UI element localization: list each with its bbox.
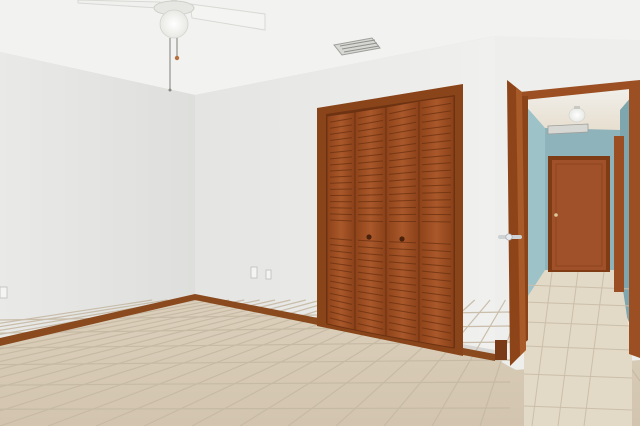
hallway-door-knob[interactable] bbox=[554, 213, 558, 217]
doorway-frame-right bbox=[629, 84, 640, 358]
hallway-door[interactable] bbox=[552, 160, 606, 270]
hallway-light-mount bbox=[574, 106, 580, 109]
wall-outlet-left bbox=[0, 286, 8, 299]
room-svg bbox=[0, 0, 640, 426]
left-wall bbox=[0, 52, 195, 340]
door-stop bbox=[495, 340, 507, 360]
hallway-side-door-frame bbox=[614, 136, 624, 292]
wall-outlet-center-2 bbox=[265, 269, 272, 280]
closet-knob-left[interactable] bbox=[366, 234, 372, 240]
closet-louver-slat bbox=[357, 220, 384, 222]
wall-outlet-center-1 bbox=[250, 266, 258, 279]
fan-light-bulb bbox=[159, 9, 189, 39]
door-lever-base bbox=[505, 233, 513, 241]
closet-bifold-doors[interactable] bbox=[326, 95, 455, 349]
hallway-vent bbox=[547, 123, 589, 135]
room-photo bbox=[0, 0, 640, 426]
fan-pull-chain-end[interactable] bbox=[168, 88, 172, 92]
closet-knob-right[interactable] bbox=[399, 236, 405, 242]
closet-louver-slat bbox=[329, 213, 353, 216]
hallway bbox=[523, 82, 633, 426]
closet-louver-slat bbox=[421, 221, 452, 223]
closet-louver-slat bbox=[388, 206, 417, 209]
hallway-ceiling-light bbox=[568, 107, 586, 123]
fan-pull-chain-2-end[interactable] bbox=[174, 55, 180, 61]
